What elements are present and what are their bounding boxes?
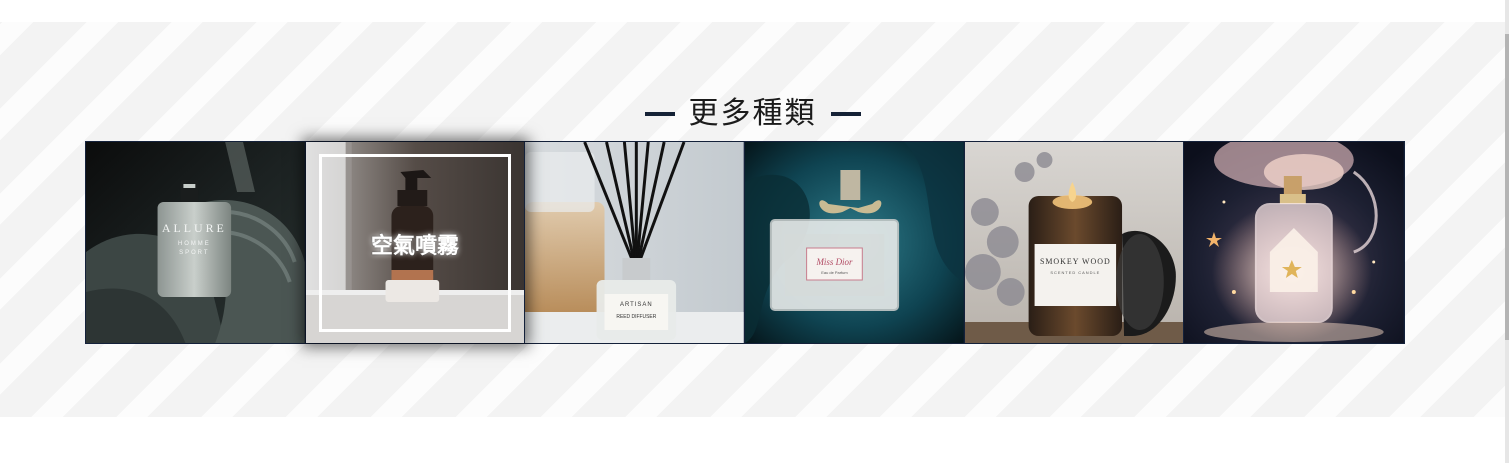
svg-text:Miss Dior: Miss Dior (815, 257, 853, 267)
heading-dash-right (830, 112, 861, 116)
perfume-bottle-photo: Miss Dior Eau de Parfum (745, 142, 964, 343)
section-heading: 更多種類 (0, 94, 1505, 134)
candle-jar-photo: SMOKEY WOOD SCENTED CANDLE (964, 142, 1184, 343)
diffuser-photo: ARTISAN REED DIFFUSER (525, 142, 745, 343)
scrollbar-thumb[interactable] (1505, 34, 1509, 340)
category-tile-miss-dior[interactable]: Miss Dior Eau de Parfum (745, 142, 965, 343)
svg-text:REED DIFFUSER: REED DIFFUSER (617, 314, 657, 320)
category-label: 空氣噴霧 (371, 234, 460, 259)
svg-text:HOMME: HOMME (178, 241, 211, 247)
page-scrollbar[interactable] (1505, 0, 1509, 463)
perfume-bottle-photo (1184, 142, 1405, 343)
perfume-bottle-photo: ALLURE HOMME SPORT (86, 142, 305, 343)
category-tile-air-spray[interactable]: 空氣噴霧 (305, 142, 526, 343)
section-title: 更多種類 (688, 96, 817, 131)
heading-dash-left (644, 112, 675, 116)
svg-text:Eau de Parfum: Eau de Parfum (821, 270, 848, 275)
category-gallery: ALLURE HOMME SPORT 空氣噴霧 ARTISAN REED DIF… (85, 141, 1405, 344)
category-tile-scented-candle[interactable]: SMOKEY WOOD SCENTED CANDLE (964, 142, 1185, 343)
category-tile-reed-diffuser[interactable]: ARTISAN REED DIFFUSER (525, 142, 746, 343)
svg-text:SCENTED CANDLE: SCENTED CANDLE (1050, 270, 1100, 275)
svg-text:ALLURE: ALLURE (162, 221, 227, 235)
category-tile-fantasy-perfume[interactable] (1184, 142, 1405, 343)
svg-text:ARTISAN: ARTISAN (620, 302, 653, 308)
category-tile-allure-sport[interactable]: ALLURE HOMME SPORT (86, 142, 306, 343)
svg-text:SMOKEY WOOD: SMOKEY WOOD (1040, 257, 1111, 266)
svg-text:SPORT: SPORT (179, 250, 209, 256)
